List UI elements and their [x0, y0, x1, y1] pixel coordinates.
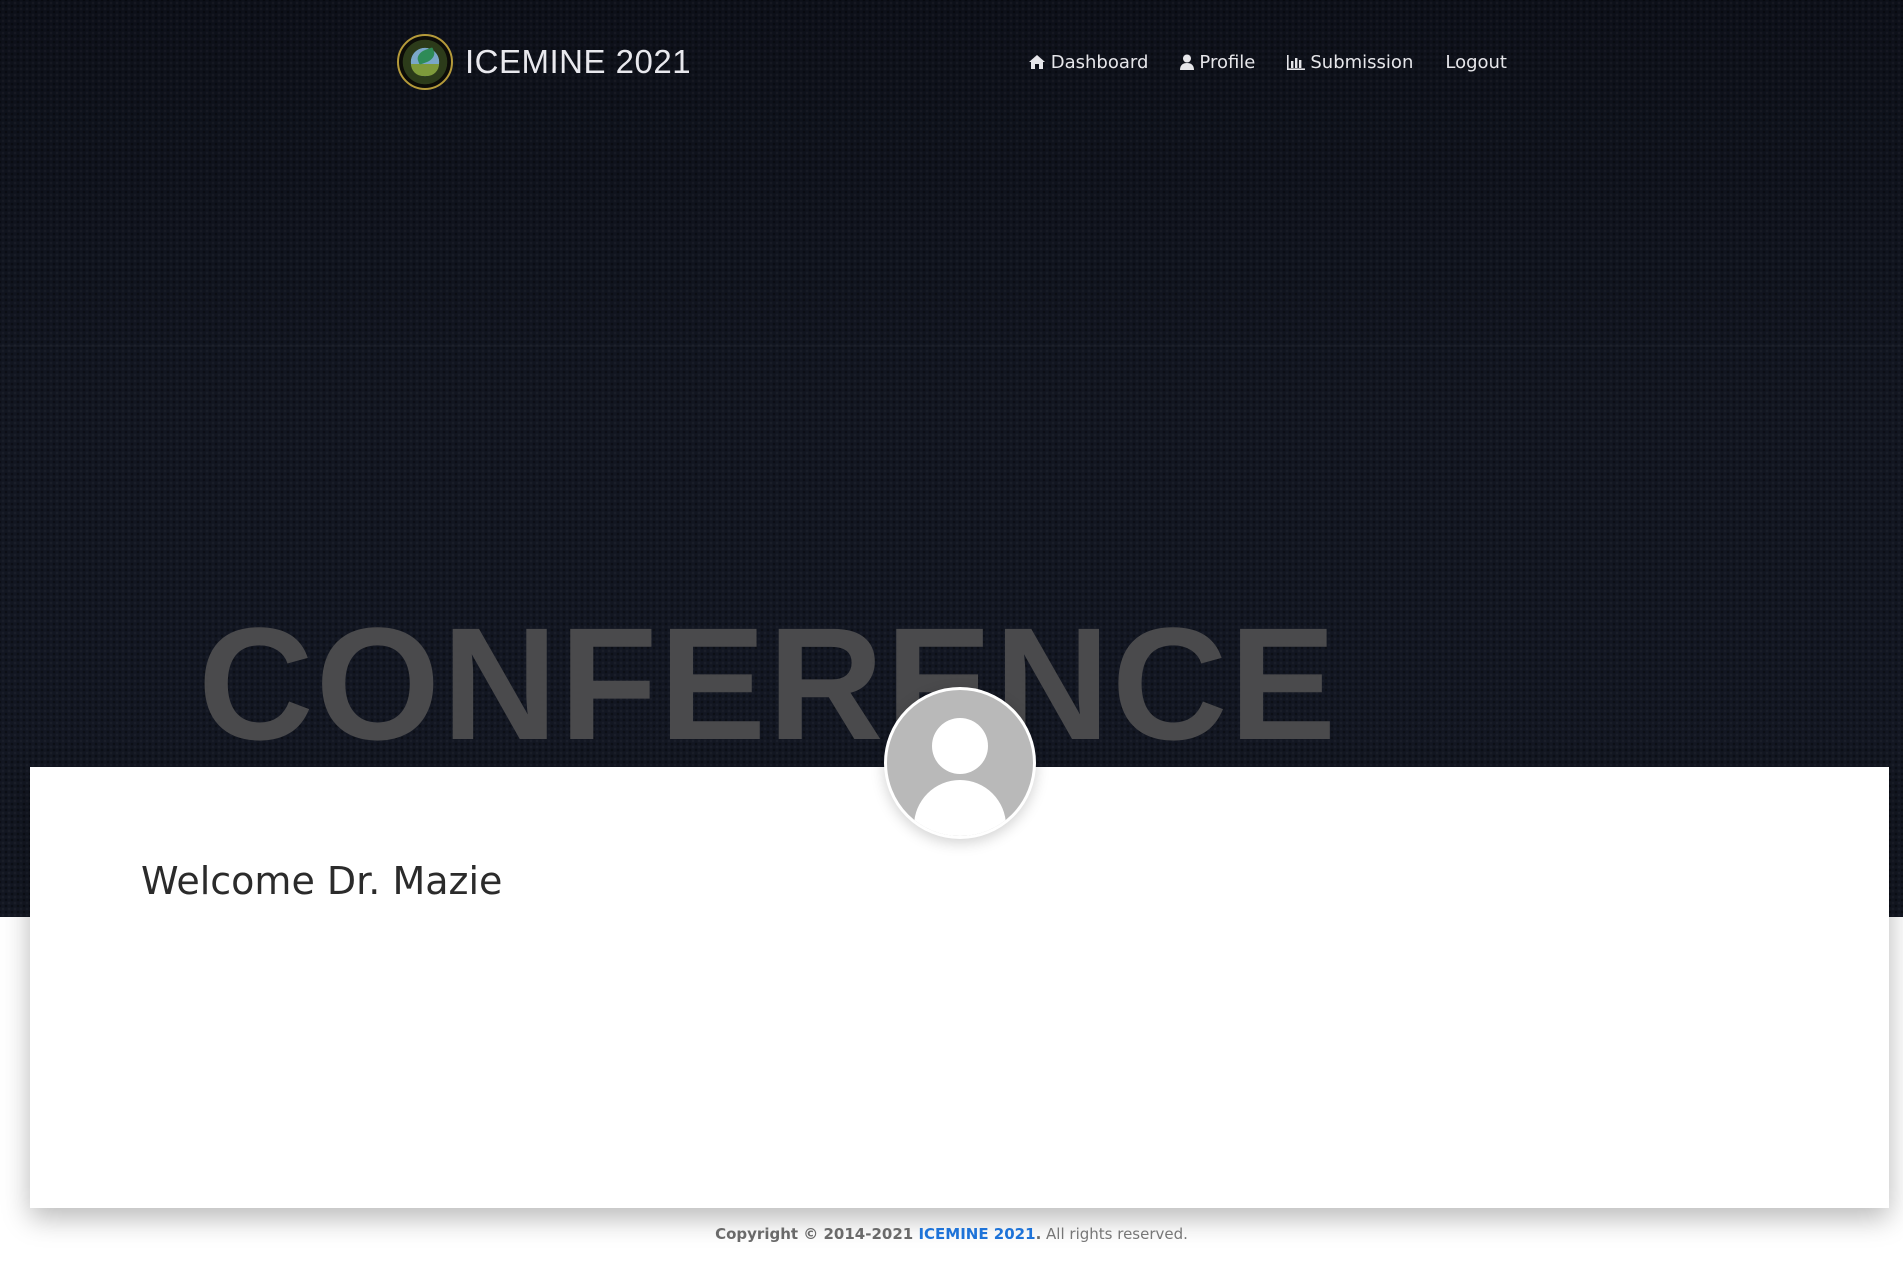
logo-leaf-shape [415, 47, 437, 65]
welcome-heading: Welcome Dr. Mazie [141, 859, 503, 903]
home-icon [1028, 55, 1045, 69]
nav-profile[interactable]: Profile [1180, 52, 1255, 73]
avatar-head-shape [932, 718, 988, 774]
brand-link[interactable]: ICEMINE 2021 [397, 32, 691, 92]
footer: Copyright © 2014-2021 ICEMINE 2021. All … [0, 1225, 1903, 1243]
top-navbar: ICEMINE 2021 Dashboard Profile Submissio… [397, 32, 1507, 92]
conference-logo-icon [397, 34, 453, 90]
nav-profile-label: Profile [1199, 51, 1256, 73]
footer-site-link[interactable]: ICEMINE 2021 [918, 1225, 1035, 1243]
main-nav: Dashboard Profile Submission Logout [996, 32, 1507, 92]
nav-submission[interactable]: Submission [1287, 52, 1413, 73]
nav-logout[interactable]: Logout [1445, 52, 1507, 73]
user-avatar-icon [884, 687, 1036, 839]
nav-dashboard-label: Dashboard [1050, 51, 1149, 73]
bar-chart-icon [1287, 54, 1306, 70]
nav-submission-label: Submission [1310, 51, 1414, 73]
logo-land-shape [411, 64, 439, 76]
user-icon [1180, 54, 1195, 70]
footer-copyright: Copyright © 2014-2021 [715, 1225, 919, 1243]
footer-rights: All rights reserved. [1041, 1225, 1188, 1243]
page: ICEMINE 2021 Dashboard Profile Submissio… [0, 0, 1903, 1264]
nav-logout-label: Logout [1445, 51, 1507, 73]
nav-dashboard[interactable]: Dashboard [1028, 51, 1149, 73]
avatar-body-shape [914, 780, 1006, 836]
conference-watermark-text: CONFERENCE [198, 594, 1339, 773]
brand-title: ICEMINE 2021 [465, 43, 692, 80]
hero-texture-band [0, 345, 1903, 347]
